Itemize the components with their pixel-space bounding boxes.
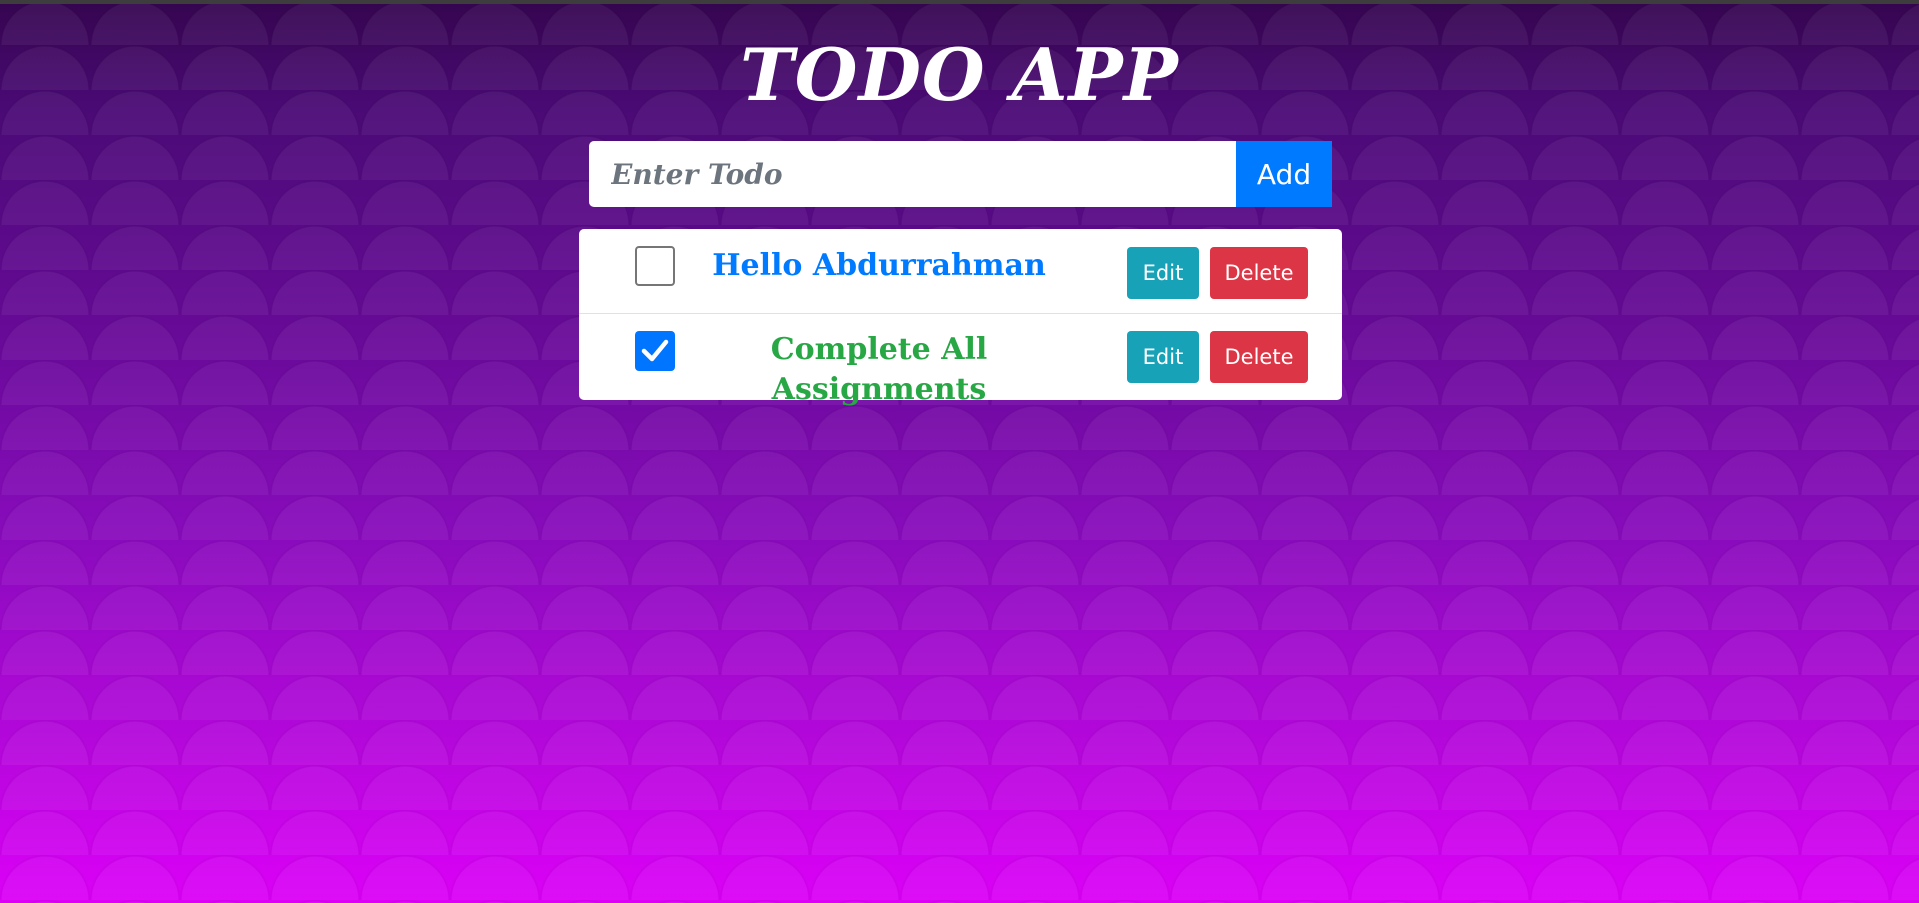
window-top-strip (0, 0, 1919, 4)
add-todo-form: Add (589, 141, 1332, 207)
todo-item: Complete All Assignments Edit Delete (579, 314, 1342, 407)
check-icon (641, 339, 669, 362)
todo-text: Complete All Assignments (770, 332, 988, 407)
todo-item: Hello Abdurrahman Edit Delete (579, 229, 1342, 314)
todo-checkbox[interactable] (635, 331, 675, 371)
delete-button[interactable]: Delete (1210, 247, 1308, 299)
todo-text: Hello Abdurrahman (712, 248, 1046, 283)
edit-button[interactable]: Edit (1127, 331, 1199, 383)
edit-button[interactable]: Edit (1127, 247, 1199, 299)
todo-input[interactable] (589, 141, 1236, 207)
todo-checkbox[interactable] (635, 246, 675, 286)
todo-list: Hello Abdurrahman Edit Delete Complete A… (579, 229, 1342, 407)
app-title: TODO APP (740, 32, 1179, 117)
add-button[interactable]: Add (1236, 141, 1332, 207)
delete-button[interactable]: Delete (1210, 331, 1308, 383)
